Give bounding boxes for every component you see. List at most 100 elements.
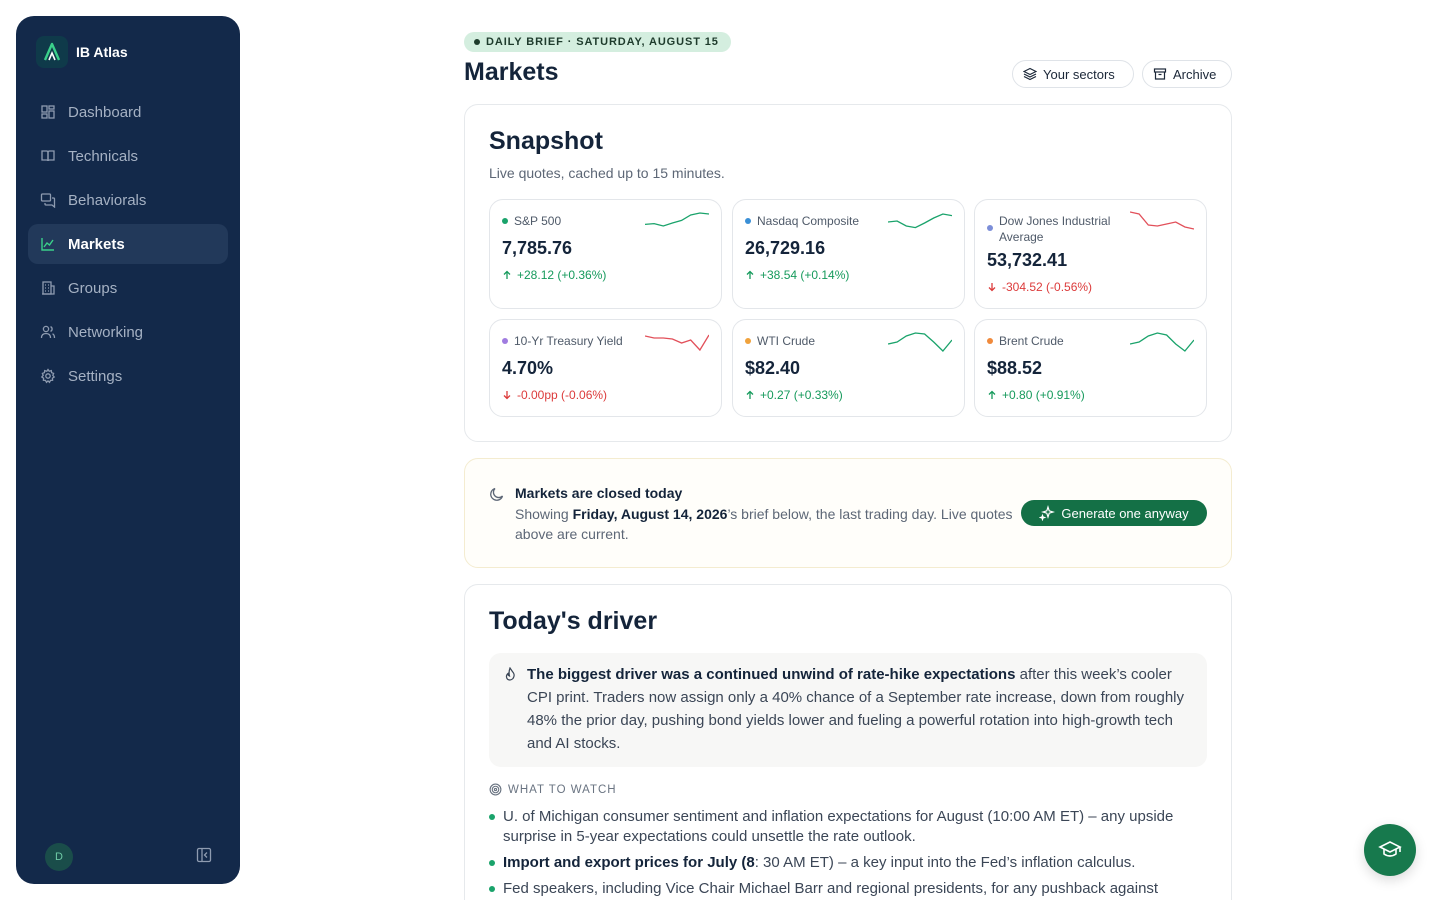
- quote-tile[interactable]: 10-Yr Treasury Yield 4.70% -0.00pp (-0.06%…: [489, 319, 722, 417]
- quote-value: 26,729.16: [745, 238, 826, 258]
- sparkline: [1130, 332, 1194, 352]
- quote-change: -0.00pp (-0.06%): [502, 388, 607, 402]
- sidebar-item-label: Markets: [68, 235, 125, 253]
- sparkline: [888, 213, 952, 229]
- sidebar-item-behaviorals[interactable]: Behaviorals: [28, 180, 228, 220]
- sparkline-path: [645, 212, 709, 227]
- quote-change-text: +0.80 (+0.91%): [1002, 388, 1085, 402]
- moon-icon: [490, 487, 504, 501]
- quote-tile[interactable]: Dow Jones Industrial Average 53,732.41 -30…: [974, 199, 1207, 309]
- app-name: IB Atlas: [76, 44, 128, 60]
- sidebar-item-markets[interactable]: Markets: [28, 224, 228, 264]
- snapshot-subtitle: Live quotes, cached up to 15 minutes.: [489, 165, 725, 181]
- series-dot: [502, 218, 508, 224]
- sidebar-item-groups[interactable]: Groups: [28, 268, 228, 308]
- quote-tile[interactable]: Nasdaq Composite 26,729.16 +38.54 (+0.14%): [732, 199, 965, 309]
- sidebar-item-label: Settings: [68, 367, 123, 385]
- quote-value: $82.40: [745, 358, 801, 378]
- chart-line-icon: [40, 236, 56, 252]
- watch-item-text: Fed speakers, including Vice Chair Micha…: [503, 880, 1159, 897]
- page-title: Markets: [464, 58, 559, 86]
- generate-anyway-button[interactable]: Generate one anyway: [1021, 500, 1207, 526]
- driver-title: Today's driver: [489, 607, 658, 635]
- quote-tile[interactable]: Brent Crude $88.52 +0.80 (+0.91%): [974, 319, 1207, 417]
- sparkline-path: [1130, 211, 1194, 230]
- brand[interactable]: IB Atlas: [36, 36, 128, 68]
- sparkline-path: [888, 332, 952, 352]
- list-item: Fed speakers, including Vice Chair Micha…: [489, 879, 1207, 899]
- quote-tile[interactable]: S&P 500 7,785.76 +28.12 (+0.36%): [489, 199, 722, 309]
- arrow-up-icon: [988, 390, 996, 399]
- snapshot-card: Snapshot Live quotes, cached up to 15 mi…: [464, 104, 1232, 442]
- users-icon: [40, 324, 56, 340]
- sidebar-nav: Dashboard Technicals Behaviorals Markets…: [28, 92, 228, 400]
- daily-brief-badge: DAILY BRIEF · SATURDAY, AUGUST 15: [464, 32, 731, 52]
- sidebar-item-label: Technicals: [68, 147, 139, 165]
- layers-icon: [1023, 67, 1037, 81]
- quote-change-text: +28.12 (+0.36%): [517, 268, 607, 282]
- notice-title: Markets are closed today: [515, 485, 683, 501]
- sidebar-item-technicals[interactable]: Technicals: [28, 136, 228, 176]
- quote-value: 7,785.76: [502, 238, 573, 258]
- notice-body-pre: Showing: [515, 506, 573, 522]
- gear-icon: [40, 368, 56, 384]
- avatar[interactable]: D: [45, 843, 73, 871]
- sparkline: [645, 212, 709, 227]
- quote-change: +38.54 (+0.14%): [745, 268, 849, 282]
- series-dot: [987, 225, 993, 231]
- archive-label: Archive: [1173, 66, 1217, 82]
- quote-name: Dow Jones Industrial Average: [999, 214, 1111, 244]
- sidebar-item-settings[interactable]: Settings: [28, 356, 228, 396]
- series-dot: [987, 338, 993, 344]
- flame-icon: [505, 667, 515, 681]
- sparkline-path: [888, 213, 952, 229]
- sidebar-item-networking[interactable]: Networking: [28, 312, 228, 352]
- list-item: Import and export prices for July (8: 30…: [489, 853, 1207, 873]
- series-dot: [502, 338, 508, 344]
- quote-tile[interactable]: WTI Crude $82.40 +0.27 (+0.33%): [732, 319, 965, 417]
- quote-change-text: -0.00pp (-0.06%): [517, 388, 608, 402]
- archive-button[interactable]: Archive: [1142, 60, 1232, 88]
- quote-value: 4.70%: [502, 358, 554, 378]
- what-to-watch-label: WHAT TO WATCH: [508, 783, 617, 796]
- sparkline: [888, 332, 952, 352]
- watch-item-text: : 30 AM ET) – a key input into the Fed’s…: [754, 854, 1136, 871]
- target-icon: [489, 783, 502, 796]
- atlas-logo-icon: [36, 36, 68, 68]
- quote-change: +0.80 (+0.91%): [987, 388, 1085, 402]
- book-icon: [40, 148, 56, 164]
- arrow-up-icon: [746, 390, 754, 399]
- your-sectors-button[interactable]: Your sectors: [1012, 60, 1134, 88]
- watch-list: U. of Michigan consumer sentiment and in…: [489, 807, 1207, 900]
- arrow-up-icon: [503, 270, 511, 279]
- notice-body: Showing Friday, August 14, 2026’s brief …: [515, 504, 1015, 544]
- dashboard-icon: [40, 104, 56, 120]
- notice-body-date: Friday, August 14, 2026: [572, 506, 728, 522]
- learn-fab-button[interactable]: [1364, 824, 1416, 876]
- sparkline: [1130, 211, 1194, 230]
- sparkline: [645, 334, 709, 352]
- sparkles-icon: [1039, 505, 1056, 521]
- quote-value: $88.52: [987, 358, 1043, 378]
- building-icon: [40, 280, 56, 296]
- list-item: U. of Michigan consumer sentiment and in…: [489, 807, 1207, 847]
- collapse-sidebar-icon[interactable]: [196, 847, 212, 863]
- generate-anyway-label: Generate one anyway: [1061, 505, 1189, 521]
- arrow-down-icon: [503, 391, 511, 400]
- arrow-down-icon: [988, 283, 996, 292]
- driver-summary: The biggest driver was a continued unwin…: [489, 653, 1207, 767]
- driver-lead: The biggest driver was a continued unwin…: [527, 666, 1016, 683]
- quote-change: +0.27 (+0.33%): [745, 388, 843, 402]
- arrow-up-icon: [746, 270, 754, 279]
- sparkline-path: [1130, 332, 1194, 352]
- quote-name: WTI Crude: [757, 334, 816, 348]
- sidebar-item-label: Behaviorals: [68, 191, 147, 209]
- todays-driver-card: Today's driver The biggest driver was a …: [464, 584, 1232, 900]
- sparkline-path: [645, 334, 709, 352]
- daily-brief-label: DAILY BRIEF · SATURDAY, AUGUST 15: [486, 36, 719, 48]
- quote-change: +28.12 (+0.36%): [502, 268, 606, 282]
- dot-icon: [474, 39, 480, 45]
- sidebar-item-label: Groups: [68, 279, 118, 297]
- series-dot: [745, 338, 751, 344]
- sidebar-item-dashboard[interactable]: Dashboard: [28, 92, 228, 132]
